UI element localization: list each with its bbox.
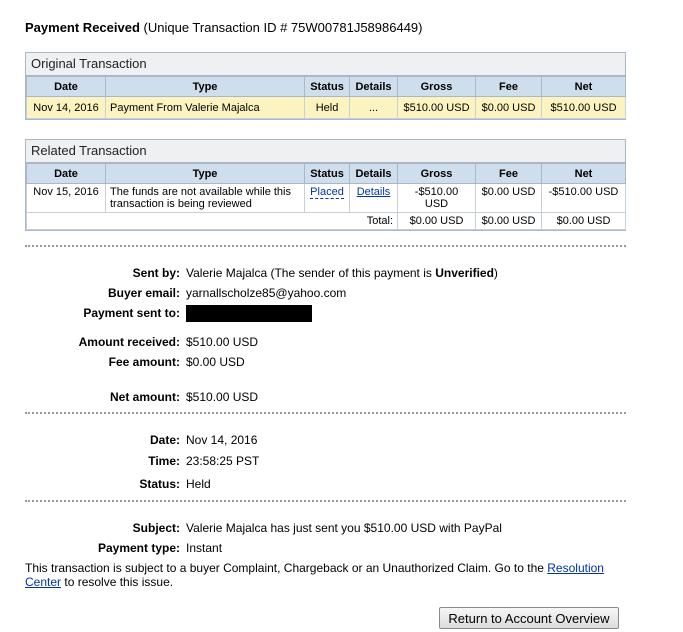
status-value: Held xyxy=(186,477,211,491)
divider xyxy=(25,245,626,247)
time-label: Time: xyxy=(148,454,180,468)
col-status: Status xyxy=(304,163,350,184)
cell-date: Nov 15, 2016 xyxy=(26,183,106,213)
payment-type-value: Instant xyxy=(186,541,223,555)
table-row: Nov 14, 2016 Payment From Valerie Majalc… xyxy=(26,96,626,119)
cell-gross: -$510.00 USD xyxy=(397,183,476,213)
sent-by-value: Valerie Majalca (The sender of this paym… xyxy=(186,266,498,280)
cell-type: The funds are not available while this t… xyxy=(105,183,305,213)
col-fee: Fee xyxy=(475,163,542,184)
time-value: 23:58:25 PST xyxy=(186,454,260,468)
date-value: Nov 14, 2016 xyxy=(186,433,258,447)
col-type: Type xyxy=(105,163,305,184)
cell-details: ... xyxy=(349,96,398,119)
col-net: Net xyxy=(541,76,626,97)
amount-received-value: $510.00 USD xyxy=(186,335,259,349)
fee-amount-label: Fee amount: xyxy=(108,355,180,369)
table-header-row: Date Type Status Details Gross Fee Net xyxy=(26,76,626,97)
fee-amount-row: Fee amount: $0.00 USD xyxy=(25,355,645,371)
col-details: Details xyxy=(349,76,398,97)
related-transaction-heading: Related Transaction xyxy=(26,140,625,163)
related-transaction-table: Date Type Status Details Gross Fee Net N… xyxy=(26,163,626,230)
total-net: $0.00 USD xyxy=(541,212,626,230)
divider xyxy=(25,500,626,502)
col-net: Net xyxy=(541,163,626,184)
net-amount-row: Net amount: $510.00 USD xyxy=(25,390,645,406)
page-title: Payment Received (Unique Transaction ID … xyxy=(25,20,423,35)
date-row: Date: Nov 14, 2016 xyxy=(25,433,645,449)
col-date: Date xyxy=(26,76,106,97)
amount-received-row: Amount received: $510.00 USD xyxy=(25,335,645,351)
buyer-email-row: Buyer email: yarnallscholze85@yahoo.com xyxy=(25,286,645,302)
table-row: Nov 15, 2016 The funds are not available… xyxy=(26,183,626,213)
time-row: Time: 23:58:25 PST xyxy=(25,454,645,470)
col-fee: Fee xyxy=(475,76,542,97)
related-transaction-panel: Related Transaction Date Type Status Det… xyxy=(25,139,626,231)
cell-net: $510.00 USD xyxy=(541,96,626,119)
total-gross: $0.00 USD xyxy=(397,212,476,230)
cell-gross: $510.00 USD xyxy=(397,96,476,119)
cell-details: Details xyxy=(349,183,398,213)
fee-amount-value: $0.00 USD xyxy=(186,355,245,369)
payment-sent-to-row: Payment sent to: xyxy=(25,305,645,322)
original-transaction-heading: Original Transaction xyxy=(26,53,625,76)
details-link[interactable]: Details xyxy=(357,186,391,198)
sent-by-row: Sent by: Valerie Majalca (The sender of … xyxy=(25,266,645,282)
status-placed-link[interactable]: Placed xyxy=(310,186,344,199)
col-gross: Gross xyxy=(397,163,476,184)
date-label: Date: xyxy=(149,433,180,447)
table-header-row: Date Type Status Details Gross Fee Net xyxy=(26,163,626,184)
divider xyxy=(25,412,626,414)
buyer-email-label: Buyer email: xyxy=(107,286,180,300)
page-title-bold: Payment Received xyxy=(25,20,140,35)
total-row: Total: $0.00 USD $0.00 USD $0.00 USD xyxy=(26,212,626,230)
col-type: Type xyxy=(105,76,305,97)
original-transaction-panel: Original Transaction Date Type Status De… xyxy=(25,52,626,120)
cell-net: -$510.00 USD xyxy=(541,183,626,213)
subject-label: Subject: xyxy=(132,521,180,535)
col-status: Status xyxy=(304,76,350,97)
col-gross: Gross xyxy=(397,76,476,97)
verification-status: Unverified xyxy=(435,266,494,280)
payment-sent-to-label: Payment sent to: xyxy=(83,306,180,320)
subject-row: Subject: Valerie Majalca has just sent y… xyxy=(25,521,645,537)
redacted-block xyxy=(186,305,312,322)
return-to-account-overview-button[interactable]: Return to Account Overview xyxy=(439,607,619,629)
buyer-email-value: yarnallscholze85@yahoo.com xyxy=(186,286,347,300)
cell-status: Held xyxy=(304,96,350,119)
payment-type-label: Payment type: xyxy=(97,541,180,555)
total-label: Total: xyxy=(26,212,398,230)
net-amount-label: Net amount: xyxy=(110,390,180,404)
cell-fee: $0.00 USD xyxy=(475,96,542,119)
net-amount-value: $510.00 USD xyxy=(186,390,259,404)
col-date: Date xyxy=(26,163,106,184)
status-label: Status: xyxy=(139,477,180,491)
total-fee: $0.00 USD xyxy=(475,212,542,230)
transaction-id: (Unique Transaction ID # 75W00781J589864… xyxy=(143,20,423,35)
col-details: Details xyxy=(349,163,398,184)
cell-fee: $0.00 USD xyxy=(475,183,542,213)
dispute-notice: This transaction is subject to a buyer C… xyxy=(25,561,604,589)
status-row: Status: Held xyxy=(25,477,645,493)
original-transaction-table: Date Type Status Details Gross Fee Net N… xyxy=(26,76,626,119)
payment-type-row: Payment type: Instant xyxy=(25,541,645,557)
sent-by-label: Sent by: xyxy=(132,266,180,280)
cell-date: Nov 14, 2016 xyxy=(26,96,106,119)
subject-value: Valerie Majalca has just sent you $510.0… xyxy=(186,521,502,535)
cell-status: Placed xyxy=(304,183,350,213)
cell-type: Payment From Valerie Majalca xyxy=(105,96,305,119)
amount-received-label: Amount received: xyxy=(78,335,180,349)
